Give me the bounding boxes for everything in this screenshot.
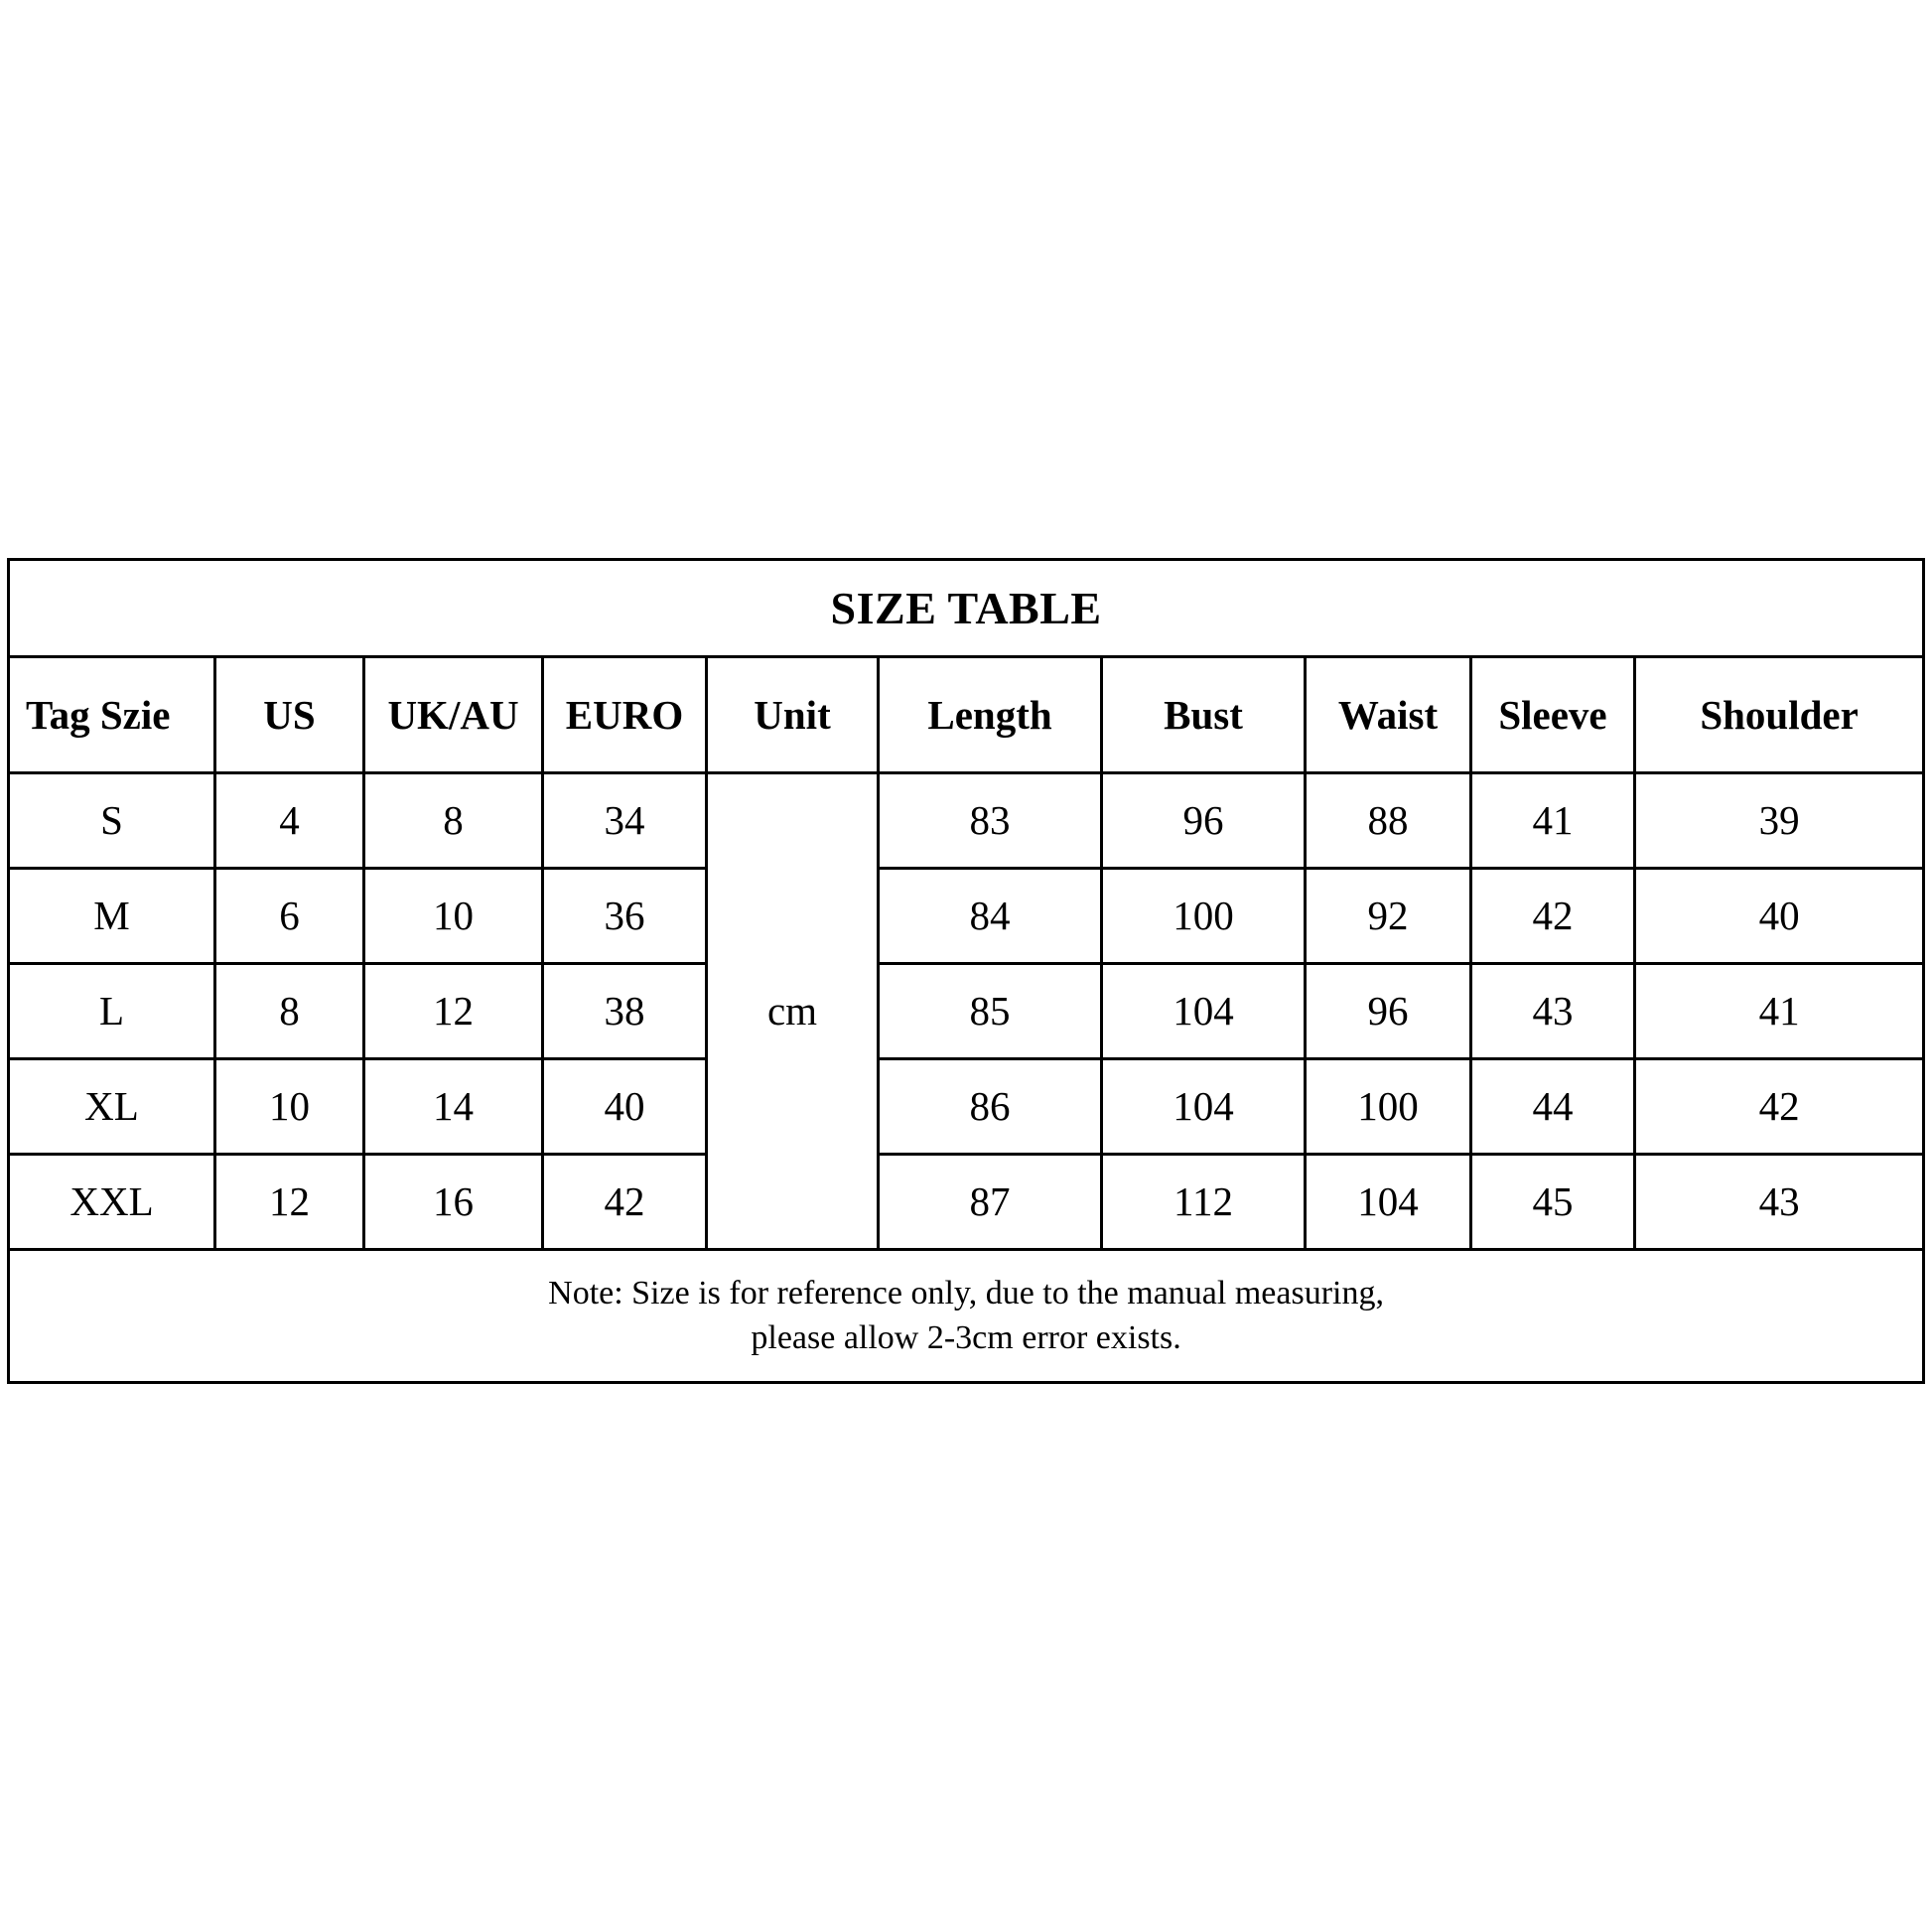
cell-euro: 42 [541, 1153, 708, 1251]
cell-waist: 92 [1304, 867, 1472, 965]
cell-length: 83 [877, 771, 1103, 870]
column-header-euro: EURO [541, 655, 708, 774]
table-header-row: Tag Szie US UK/AU EURO Unit Length Bust … [7, 655, 1926, 774]
cell-sleeve: 42 [1469, 867, 1636, 965]
cell-us: 10 [213, 1057, 365, 1156]
column-header-bust: Bust [1100, 655, 1307, 774]
cell-us: 4 [213, 771, 365, 870]
cell-sleeve: 45 [1469, 1153, 1636, 1251]
cell-bust: 96 [1100, 771, 1307, 870]
table-row: XL 10 14 40 86 104 100 44 42 [7, 1057, 1926, 1156]
size-note-line-2: please allow 2-3cm error exists. [751, 1318, 1181, 1356]
cell-shoulder: 43 [1632, 1153, 1926, 1251]
size-note-line-1: Note: Size is for reference only, due to… [548, 1274, 1384, 1311]
size-table-container: SIZE TABLE Tag Szie US UK/AU EURO Unit L… [6, 558, 1926, 1384]
cell-unit: cm [705, 771, 880, 1251]
page-title: SIZE TABLE [6, 558, 1926, 658]
cell-us: 6 [213, 867, 365, 965]
cell-sleeve: 43 [1469, 962, 1636, 1060]
cell-bust: 104 [1100, 1057, 1307, 1156]
cell-shoulder: 39 [1632, 771, 1926, 870]
cell-waist: 96 [1304, 962, 1472, 1060]
column-header-shoulder: Shoulder [1632, 655, 1926, 774]
cell-waist: 104 [1304, 1153, 1472, 1251]
cell-bust: 100 [1100, 867, 1307, 965]
cell-shoulder: 42 [1632, 1057, 1926, 1156]
cell-length: 86 [877, 1057, 1103, 1156]
cell-waist: 88 [1304, 771, 1472, 870]
cell-shoulder: 40 [1632, 867, 1926, 965]
cell-sleeve: 41 [1469, 771, 1636, 870]
cell-tag-size: S [7, 771, 216, 870]
cell-euro: 34 [541, 771, 708, 870]
cell-tag-size: M [7, 867, 216, 965]
cell-uk-au: 16 [362, 1153, 544, 1251]
table-row: L 8 12 38 85 104 96 43 41 [7, 962, 1926, 1060]
table-row: M 6 10 36 84 100 92 42 40 [7, 867, 1926, 965]
column-header-uk-au: UK/AU [362, 655, 544, 774]
page-canvas: SIZE TABLE Tag Szie US UK/AU EURO Unit L… [0, 0, 1932, 1932]
column-header-waist: Waist [1304, 655, 1472, 774]
cell-us: 8 [213, 962, 365, 1060]
cell-length: 87 [877, 1153, 1103, 1251]
cell-tag-size: XL [7, 1057, 216, 1156]
column-header-length: Length [877, 655, 1103, 774]
cell-bust: 104 [1100, 962, 1307, 1060]
cell-euro: 38 [541, 962, 708, 1060]
cell-uk-au: 12 [362, 962, 544, 1060]
cell-tag-size: XXL [7, 1153, 216, 1251]
size-table: SIZE TABLE Tag Szie US UK/AU EURO Unit L… [6, 558, 1926, 1384]
column-header-us: US [213, 655, 365, 774]
table-row: S 4 8 34 cm 83 96 88 41 39 [7, 771, 1926, 1251]
cell-bust: 112 [1100, 1153, 1307, 1251]
cell-tag-size: L [7, 962, 216, 1060]
cell-us: 12 [213, 1153, 365, 1251]
cell-uk-au: 8 [362, 771, 544, 870]
cell-sleeve: 44 [1469, 1057, 1636, 1156]
cell-length: 84 [877, 867, 1103, 965]
cell-shoulder: 41 [1632, 962, 1926, 1060]
table-row: XXL 12 16 42 87 112 104 45 43 [7, 1153, 1926, 1251]
table-note-row: Note: Size is for reference only, due to… [6, 1248, 1926, 1384]
cell-waist: 100 [1304, 1057, 1472, 1156]
cell-euro: 40 [541, 1057, 708, 1156]
cell-length: 85 [877, 962, 1103, 1060]
size-note: Note: Size is for reference only, due to… [6, 1248, 1926, 1384]
column-header-tag-size: Tag Szie [7, 655, 216, 774]
cell-uk-au: 10 [362, 867, 544, 965]
column-header-unit: Unit [705, 655, 880, 774]
table-title-row: SIZE TABLE [6, 558, 1926, 658]
cell-euro: 36 [541, 867, 708, 965]
column-header-sleeve: Sleeve [1469, 655, 1636, 774]
cell-uk-au: 14 [362, 1057, 544, 1156]
